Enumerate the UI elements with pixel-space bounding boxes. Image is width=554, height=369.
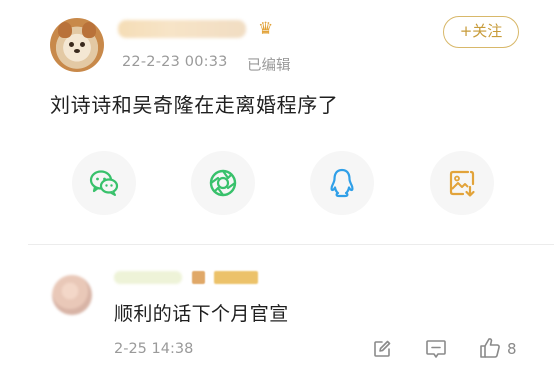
edit-comment-button[interactable]: [372, 339, 392, 359]
comment-content: 顺利的话下个月官宣: [114, 303, 289, 325]
avatar-nose: [74, 49, 80, 53]
avatar-eye-right: [80, 42, 85, 47]
edit-icon: [374, 340, 391, 357]
save-image-icon: [449, 170, 475, 197]
moments-icon: [209, 169, 237, 197]
reply-comment-button[interactable]: [425, 339, 447, 359]
avatar-ear-left: [58, 22, 72, 38]
share-qq-button[interactable]: [310, 151, 374, 215]
like-count: 8: [507, 340, 517, 358]
save-image-button[interactable]: [430, 151, 494, 215]
like-comment-button[interactable]: [478, 336, 502, 360]
poster-name-blurred[interactable]: [118, 20, 246, 38]
wechat-icon: [89, 170, 119, 196]
comment-timestamp: 2-25 14:38: [114, 341, 194, 357]
commenter-avatar[interactable]: [52, 275, 92, 315]
follow-button[interactable]: +关注: [443, 16, 519, 48]
avatar-ear-right: [82, 22, 96, 38]
avatar-eye-left: [69, 42, 74, 47]
commenter-badge-icon: [192, 271, 205, 284]
commenter-name-blurred[interactable]: [114, 271, 182, 284]
commenter-level-badge: [214, 271, 258, 284]
poster-avatar[interactable]: [50, 18, 104, 72]
reply-icon: [426, 340, 446, 358]
share-wechat-button[interactable]: [72, 151, 136, 215]
post-timestamp: 22-2-23 00:33: [122, 54, 228, 70]
thumbs-up-icon: [480, 338, 500, 358]
crown-badge-icon: ♛: [258, 19, 274, 39]
edited-label: 已编辑: [247, 58, 291, 74]
share-moments-button[interactable]: [191, 151, 255, 215]
post-content: 刘诗诗和吴奇隆在走离婚程序了: [50, 93, 339, 117]
qq-icon: [330, 168, 354, 198]
section-divider: [28, 244, 554, 245]
